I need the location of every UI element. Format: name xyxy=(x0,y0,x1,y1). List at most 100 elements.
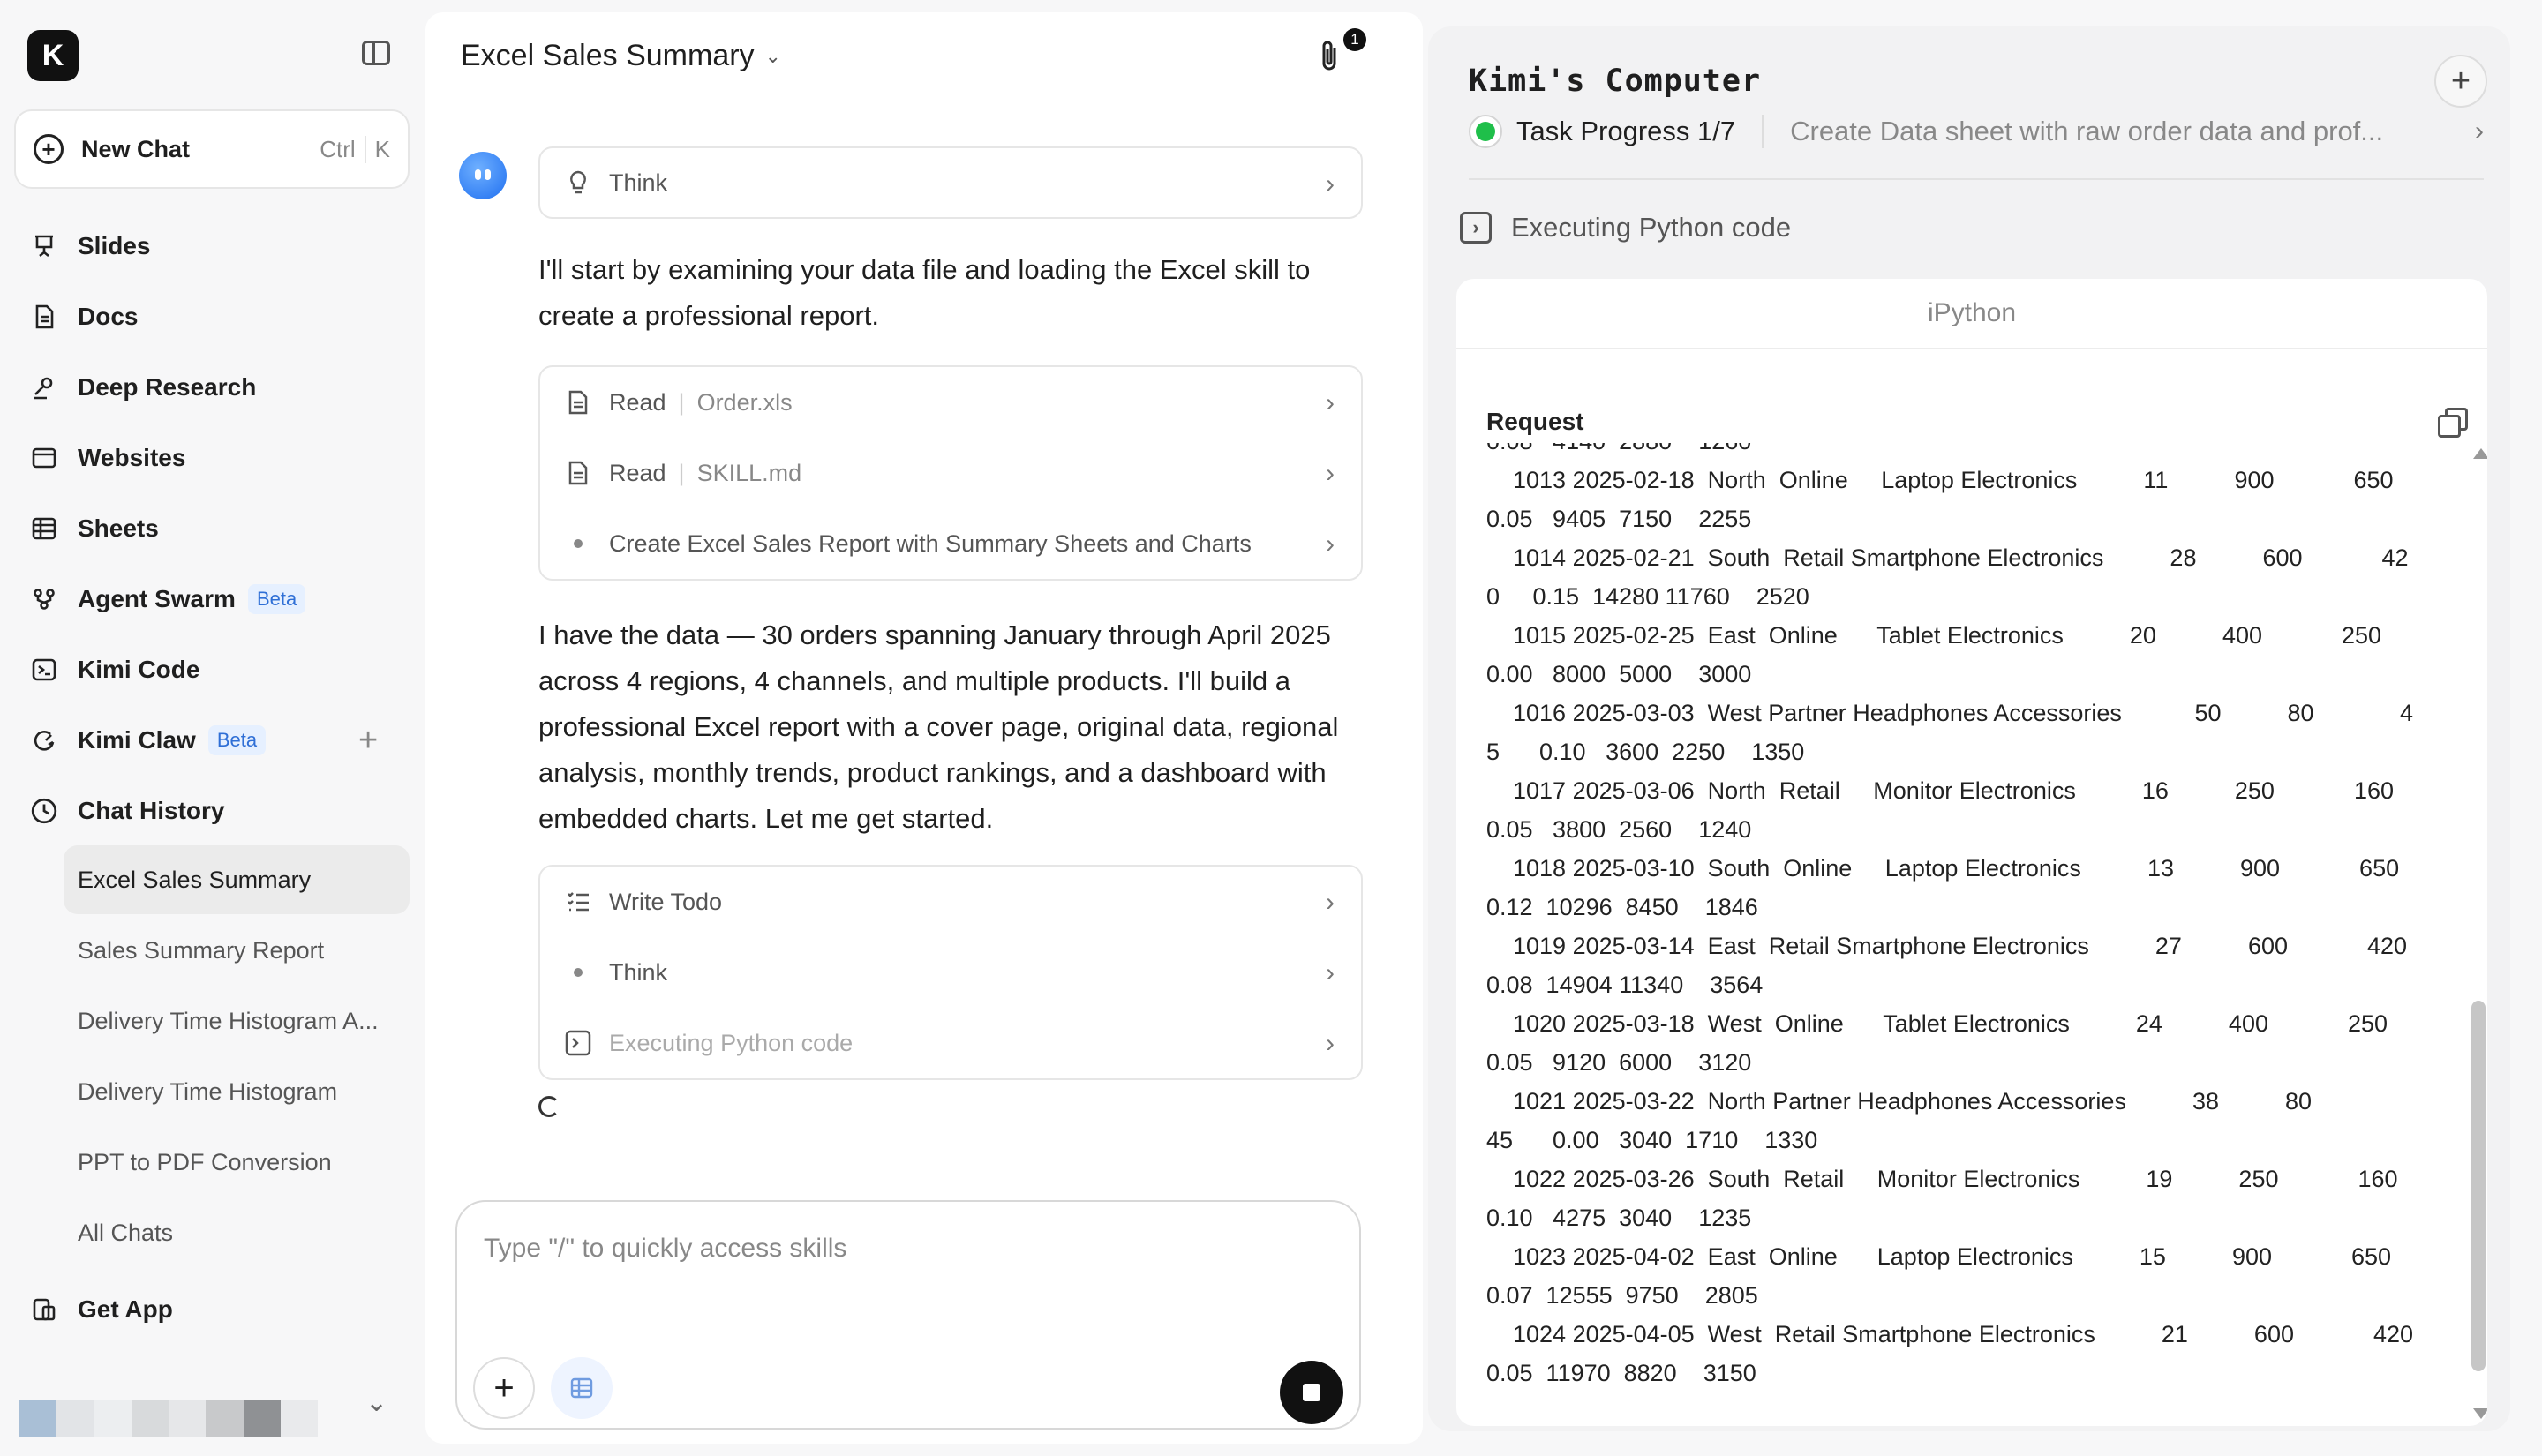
sidebar-item-label: Sheets xyxy=(78,514,159,542)
code-line: 5 0.10 3600 2250 1350 xyxy=(1486,739,1805,765)
chevron-down-icon[interactable]: ⌄ xyxy=(365,1387,387,1418)
read-order-step[interactable]: Read | Order.xls › xyxy=(540,367,1361,438)
code-line: 0.07 12555 9750 2805 xyxy=(1486,1282,1758,1309)
add-claw-icon[interactable]: + xyxy=(358,722,378,760)
deep-research-icon xyxy=(28,372,60,403)
assistant-message-2: I have the data — 30 orders spanning Jan… xyxy=(538,619,1339,834)
divider xyxy=(1762,115,1764,148)
code-line: 1023 2025-04-02 East Online Laptop Elect… xyxy=(1486,1243,2392,1270)
sheets-icon xyxy=(570,1377,593,1399)
code-line: 1020 2025-03-18 West Online Tablet Elect… xyxy=(1486,1010,2388,1037)
copy-icon[interactable] xyxy=(2438,408,2468,438)
history-item-ppt-to-pdf[interactable]: PPT to PDF Conversion xyxy=(64,1128,410,1197)
create-report-step[interactable]: Create Excel Sales Report with Summary S… xyxy=(540,508,1361,579)
status-dot-icon xyxy=(1469,115,1502,148)
history-item-label: Delivery Time Histogram A... xyxy=(78,1007,379,1034)
code-line: 0.08 4140 2880 1260 xyxy=(1486,443,2413,461)
loading-spinner-icon xyxy=(538,1096,560,1117)
terminal-icon xyxy=(563,1028,593,1058)
shortcut-key-ctrl: Ctrl xyxy=(320,135,356,162)
think-card[interactable]: Think › xyxy=(538,146,1363,219)
ipython-panel: iPython Request 0.08 4140 2880 1260 1013… xyxy=(1456,279,2487,1426)
shortcut-key-k: K xyxy=(364,135,390,163)
kimi-avatar xyxy=(459,152,507,199)
expand-panel-button[interactable]: + xyxy=(2434,55,2487,108)
sidebar-item-kimi-claw[interactable]: Kimi Claw Beta xyxy=(28,718,267,762)
step-action: Read xyxy=(609,459,666,486)
tool-steps-group-1: Read | Order.xls › Read | SKILL.md › Cre… xyxy=(538,365,1363,581)
plus-circle-icon: + xyxy=(34,134,64,164)
phone-icon xyxy=(28,1294,60,1325)
scrollbar-thumb[interactable] xyxy=(2471,1001,2486,1371)
attachment-count-badge: 1 xyxy=(1343,28,1366,51)
sidebar: K + New Chat Ctrl K Slides Docs Deep Res… xyxy=(0,0,424,1456)
code-line: 0 0.15 14280 11760 2520 xyxy=(1486,583,1809,610)
write-todo-step[interactable]: Write Todo › xyxy=(540,867,1361,937)
new-chat-button[interactable]: + New Chat Ctrl K xyxy=(14,109,410,189)
terminal-icon: › xyxy=(1460,212,1492,244)
history-item-sales-summary-report[interactable]: Sales Summary Report xyxy=(64,916,410,985)
code-line: 0.05 9120 6000 3120 xyxy=(1486,1049,1752,1076)
history-item-excel-sales-summary[interactable]: Excel Sales Summary xyxy=(64,845,410,914)
user-profile-blurred[interactable] xyxy=(19,1400,318,1437)
history-item-all-chats[interactable]: All Chats xyxy=(64,1198,410,1267)
docs-icon xyxy=(28,301,60,333)
sidebar-item-kimi-code[interactable]: Kimi Code xyxy=(28,648,199,692)
computer-title: Kimi's Computer xyxy=(1469,64,1762,99)
get-app-link[interactable]: Get App xyxy=(28,1294,173,1325)
websites-icon xyxy=(28,442,60,474)
sidebar-item-label: Kimi Claw xyxy=(78,726,196,754)
scroll-up-arrow-icon[interactable] xyxy=(2473,448,2487,459)
think-step-2[interactable]: Think › xyxy=(540,937,1361,1008)
new-chat-label: New Chat xyxy=(81,135,191,162)
sidebar-toggle-icon[interactable] xyxy=(362,41,390,65)
code-line: 1021 2025-03-22 North Partner Headphones… xyxy=(1486,1088,2313,1115)
step-action: Executing Python code xyxy=(609,1029,854,1056)
checklist-icon xyxy=(563,887,593,917)
sheets-mode-button[interactable] xyxy=(551,1357,613,1419)
sidebar-item-sheets[interactable]: Sheets xyxy=(28,507,159,551)
sidebar-item-deep-research[interactable]: Deep Research xyxy=(28,365,256,409)
history-item-label: Delivery Time Histogram xyxy=(78,1077,338,1105)
get-app-label: Get App xyxy=(78,1295,173,1323)
task-progress-row[interactable]: Task Progress 1/7 Create Data sheet with… xyxy=(1469,115,2484,148)
code-line: 1022 2025-03-26 South Retail Monitor Ele… xyxy=(1486,1166,2398,1192)
code-line: 0.08 14904 11340 3564 xyxy=(1486,972,1764,998)
paperclip-icon[interactable] xyxy=(1317,39,1343,82)
shortcut-hint: Ctrl K xyxy=(320,135,390,163)
agent-swarm-icon xyxy=(28,583,60,615)
read-skill-step[interactable]: Read | SKILL.md › xyxy=(540,438,1361,508)
history-item-delivery-time-histogram-a[interactable]: Delivery Time Histogram A... xyxy=(64,987,410,1055)
step-target: SKILL.md xyxy=(696,459,802,486)
think-step[interactable]: Think › xyxy=(540,148,1361,217)
code-line: 0.00 8000 5000 3000 xyxy=(1486,661,1752,687)
code-output-area[interactable]: 0.08 4140 2880 1260 1013 2025-02-18 Nort… xyxy=(1486,443,2440,1389)
scroll-down-arrow-icon[interactable] xyxy=(2473,1408,2487,1419)
sidebar-item-websites[interactable]: Websites xyxy=(28,436,185,480)
chevron-right-icon: › xyxy=(1326,888,1335,917)
add-attachment-button[interactable]: + xyxy=(473,1357,535,1419)
chevron-right-icon: › xyxy=(1326,529,1335,559)
code-line: 0.10 4275 3040 1235 xyxy=(1486,1205,1752,1231)
step-action: Read xyxy=(609,388,666,416)
executing-python-step[interactable]: Executing Python code › xyxy=(540,1008,1361,1078)
sidebar-item-slides[interactable]: Slides xyxy=(28,224,150,268)
stop-generation-button[interactable] xyxy=(1280,1361,1343,1424)
executing-label: Executing Python code xyxy=(1511,212,1792,243)
sidebar-item-chat-history[interactable]: Chat History xyxy=(28,789,224,833)
history-item-delivery-time-histogram[interactable]: Delivery Time Histogram xyxy=(64,1057,410,1126)
chevron-right-icon: › xyxy=(1326,459,1335,488)
chevron-right-icon: › xyxy=(1326,388,1335,417)
kimi-logo[interactable]: K xyxy=(27,30,79,81)
sidebar-item-agent-swarm[interactable]: Agent Swarm Beta xyxy=(28,577,306,621)
code-line: 1019 2025-03-14 East Retail Smartphone E… xyxy=(1486,933,2408,959)
code-line: 1014 2025-02-21 South Retail Smartphone … xyxy=(1486,544,2409,571)
chevron-right-icon: › xyxy=(1326,1029,1335,1058)
beta-badge: Beta xyxy=(247,584,306,614)
history-item-label: PPT to PDF Conversion xyxy=(78,1148,332,1175)
chat-title[interactable]: Excel Sales Summary ⌄ xyxy=(461,39,781,73)
sidebar-item-docs[interactable]: Docs xyxy=(28,295,138,339)
chat-input[interactable] xyxy=(484,1234,1278,1264)
code-line: 0.12 10296 8450 1846 xyxy=(1486,894,1758,920)
code-output: 0.08 4140 2880 1260 1013 2025-02-18 Nort… xyxy=(1486,443,2413,1389)
